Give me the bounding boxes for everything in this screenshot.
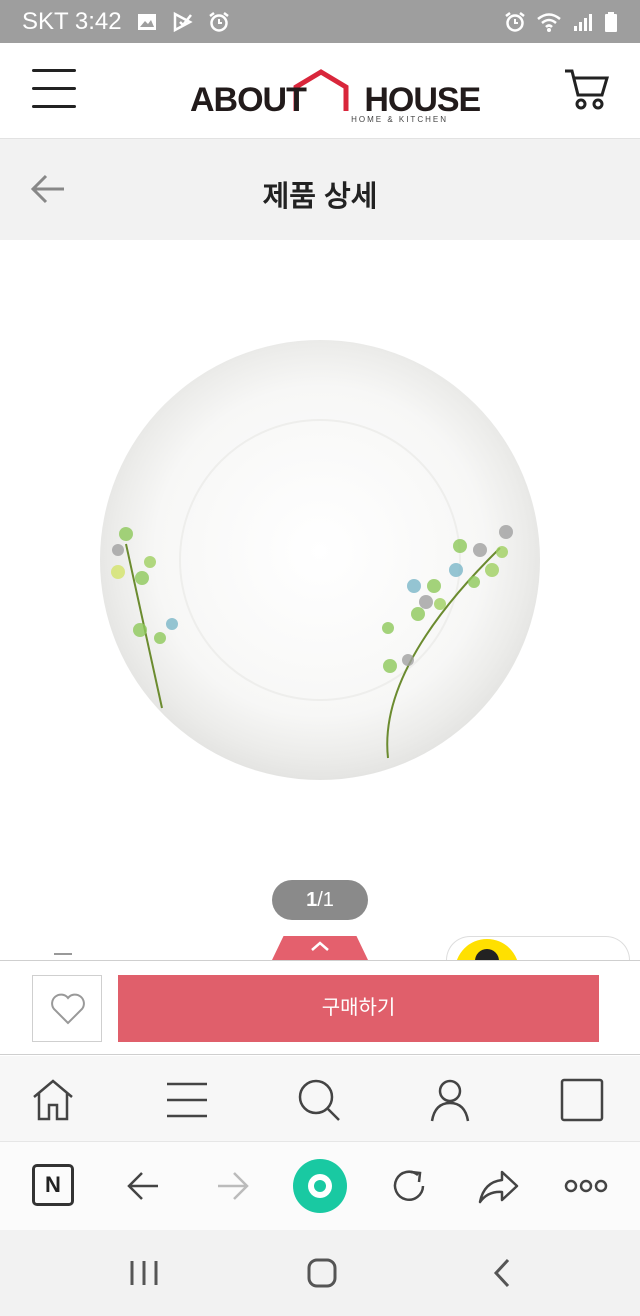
share-icon xyxy=(478,1170,519,1204)
menu-icon xyxy=(167,1082,207,1118)
refresh-icon xyxy=(393,1170,425,1201)
hamburger-menu-button[interactable] xyxy=(32,67,76,109)
chat-button[interactable] xyxy=(446,936,630,960)
scroll-up-button[interactable] xyxy=(272,936,368,960)
bottom-nav xyxy=(0,1056,640,1142)
partial-label xyxy=(54,953,72,959)
nav-account[interactable] xyxy=(427,1077,473,1123)
site-logo[interactable]: ABOUT HOUSE HOME & KITCHEN xyxy=(190,69,481,125)
green-dot-icon xyxy=(314,1180,326,1192)
share-button[interactable] xyxy=(476,1164,520,1208)
search-icon xyxy=(298,1079,340,1121)
signal-icon xyxy=(574,13,592,31)
forward-icon xyxy=(218,1172,249,1200)
image-pager: 1/1 xyxy=(272,880,368,920)
refresh-button[interactable] xyxy=(387,1164,431,1208)
nav-home[interactable] xyxy=(30,1077,76,1123)
battery-icon xyxy=(605,11,617,32)
home-icon xyxy=(33,1079,73,1121)
nav-search[interactable] xyxy=(296,1077,342,1123)
back-icon xyxy=(127,1172,158,1200)
browser-back-button[interactable] xyxy=(122,1164,166,1208)
naver-home-button[interactable]: N xyxy=(32,1164,74,1206)
more-button[interactable] xyxy=(564,1164,608,1208)
recent-apps-button[interactable] xyxy=(124,1256,164,1290)
chevron-up-icon xyxy=(311,941,329,951)
browser-toolbar: N xyxy=(0,1142,640,1230)
page-title: 제품 상세 xyxy=(262,181,378,213)
buy-button[interactable]: 구매하기 xyxy=(118,975,599,1042)
site-header: ABOUT HOUSE HOME & KITCHEN xyxy=(0,43,640,139)
wifi-icon xyxy=(537,12,561,32)
status-bar: SKT 3:42 xyxy=(0,0,640,43)
browser-forward-button[interactable] xyxy=(210,1164,254,1208)
home-system-button[interactable] xyxy=(302,1256,342,1290)
chevron-left-icon xyxy=(493,1258,510,1288)
back-system-button[interactable] xyxy=(482,1256,522,1290)
heart-icon xyxy=(51,993,85,1025)
carrier-time: SKT 3:42 xyxy=(22,7,122,35)
recent-apps-icon xyxy=(130,1261,158,1285)
play-check-icon xyxy=(173,11,193,32)
system-nav-bar xyxy=(0,1230,640,1316)
alarm-icon xyxy=(208,11,229,32)
cart-button[interactable] xyxy=(562,65,610,113)
green-dot-button[interactable] xyxy=(293,1159,347,1213)
product-gallery[interactable]: 1/1 xyxy=(0,240,640,960)
screen: SKT 3:42 ABOUT HOUSE HOME & KITCHEN 제품 상… xyxy=(0,0,640,1316)
wishlist-button[interactable] xyxy=(32,975,102,1042)
nav-menu[interactable] xyxy=(164,1077,210,1123)
home-square-icon xyxy=(307,1258,337,1288)
more-icon xyxy=(564,1179,608,1193)
tabs-icon xyxy=(560,1078,604,1122)
nav-tabs[interactable] xyxy=(559,1077,605,1123)
cart-icon xyxy=(565,69,610,110)
alarm-icon xyxy=(505,11,525,32)
purchase-bar: 구매하기 xyxy=(0,960,640,1055)
brand-subtitle: HOME & KITCHEN xyxy=(351,115,448,124)
product-image xyxy=(100,340,540,780)
title-bar: 제품 상세 xyxy=(0,139,640,240)
user-icon xyxy=(430,1079,470,1122)
image-icon xyxy=(137,13,156,30)
